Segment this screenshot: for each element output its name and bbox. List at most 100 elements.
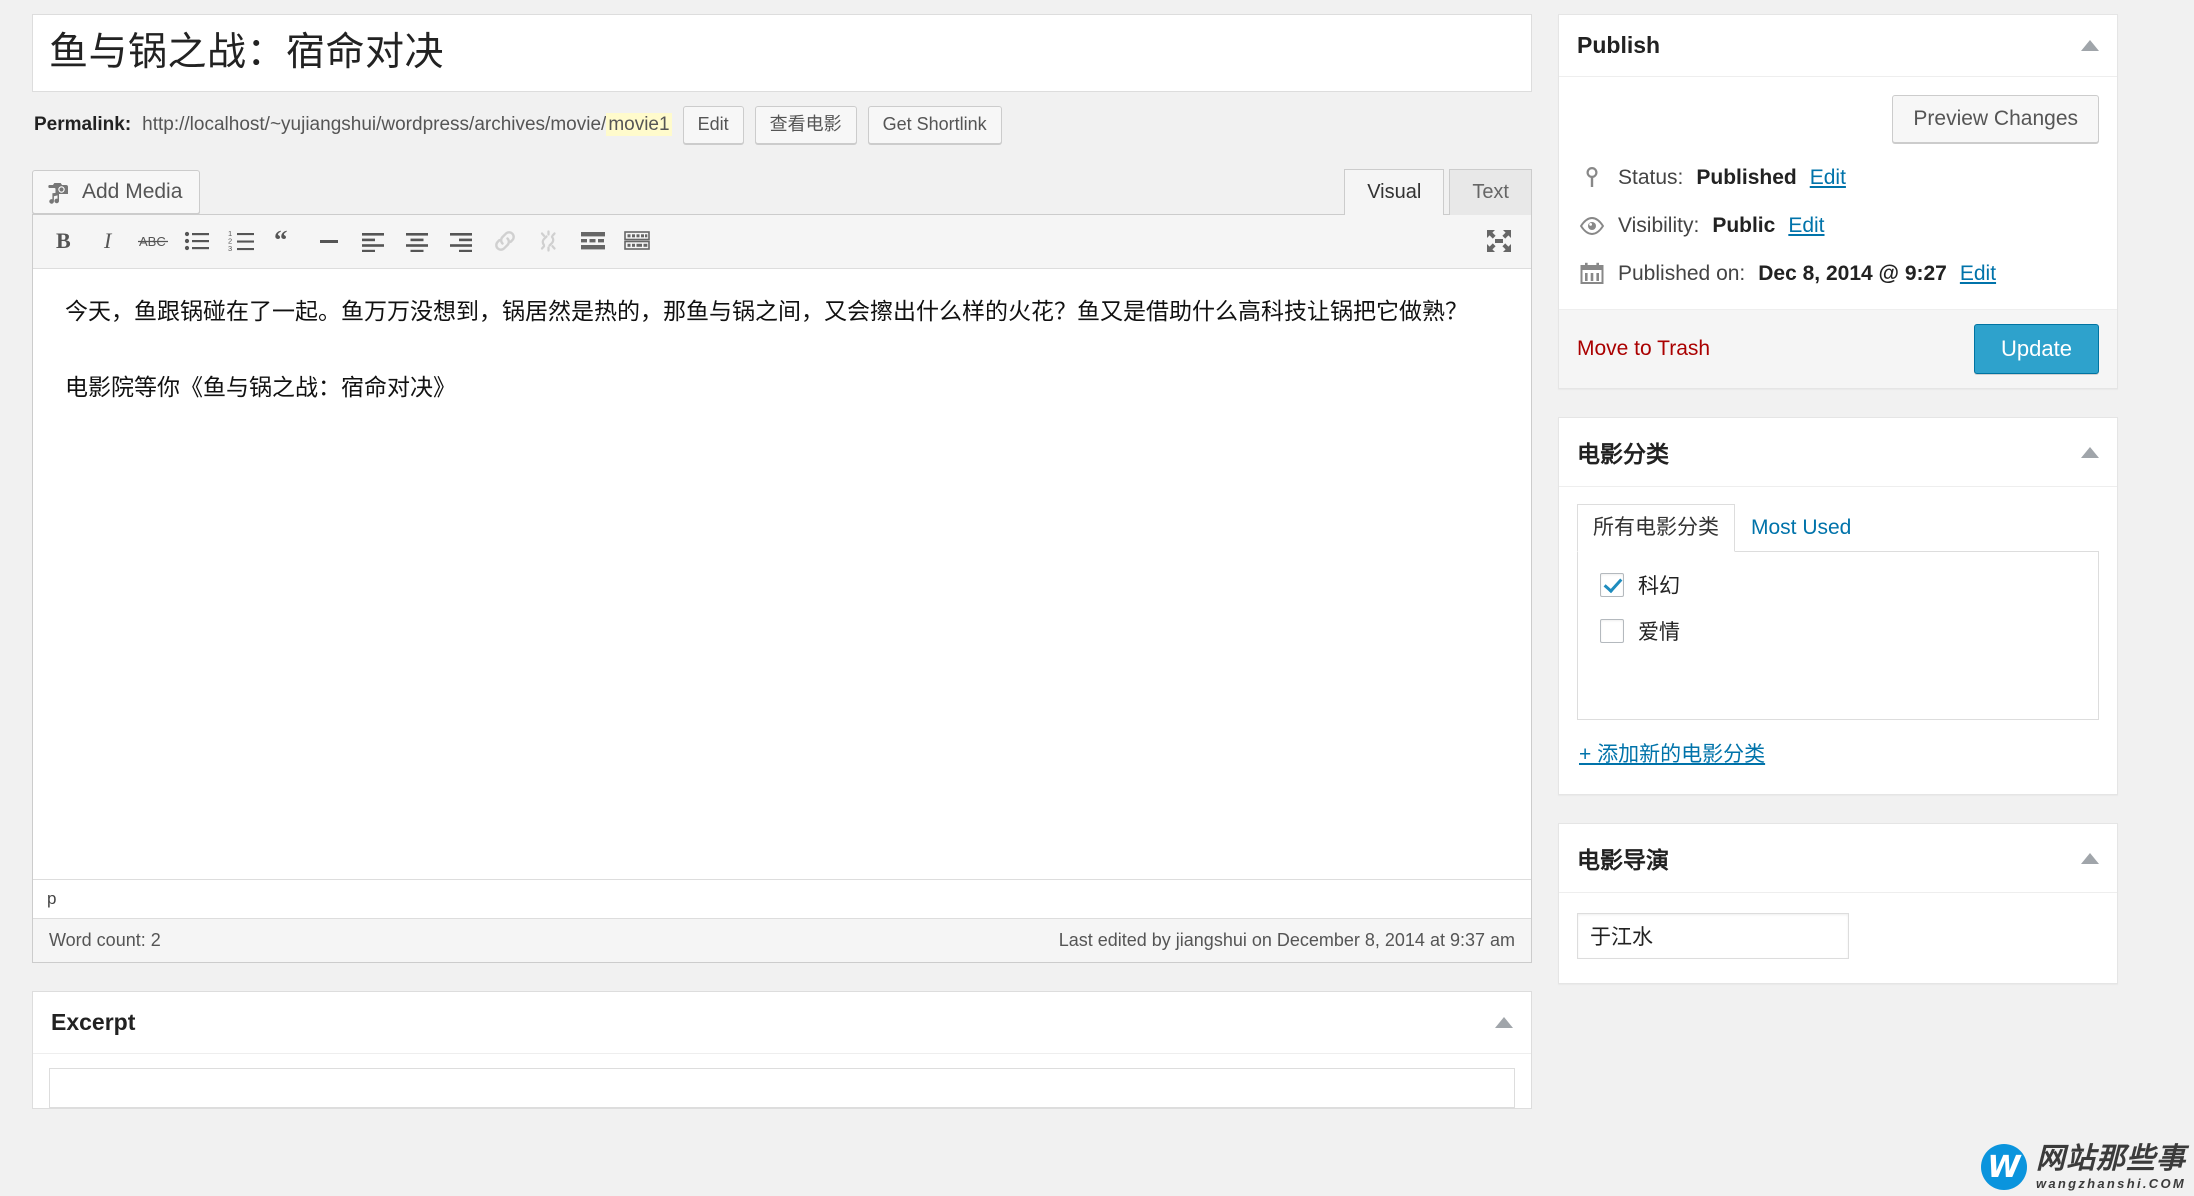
editor-sidebar-column: Publish Preview Changes Status: Publishe… (1558, 14, 2118, 1196)
horizontal-rule-icon[interactable] (307, 222, 351, 260)
italic-icon[interactable]: I (87, 222, 131, 260)
visibility-row: Visibility: Public Edit (1559, 213, 2117, 261)
move-to-trash-link[interactable]: Move to Trash (1577, 337, 1710, 361)
checkbox-unchecked-icon[interactable] (1600, 619, 1624, 644)
bullet-list-icon[interactable] (175, 222, 219, 260)
category-item[interactable]: 科幻 (1600, 570, 2076, 600)
kitchen-sink-icon[interactable] (615, 222, 659, 260)
movie-category-panel: 电影分类 所有电影分类 Most Used 科幻 爱情 + 添加新的电影分类 (1558, 417, 2118, 796)
edit-permalink-button[interactable]: Edit (682, 106, 744, 144)
permalink-url: http://localhost/~yujiangshui/wordpress/… (142, 112, 672, 136)
get-shortlink-button[interactable]: Get Shortlink (867, 106, 1002, 144)
numbered-list-icon[interactable]: 1 2 3 (219, 222, 263, 260)
add-new-category-link[interactable]: + 添加新的电影分类 (1577, 720, 2099, 772)
tab-visual[interactable]: Visual (1344, 168, 1445, 215)
post-title-text: 鱼与锅之战：宿命对决 (49, 30, 445, 74)
align-center-icon[interactable] (395, 222, 439, 260)
publish-panel-footer: Move to Trash Update (1559, 309, 2117, 388)
published-value: Dec 8, 2014 @ 9:27 (1758, 262, 1947, 285)
checkbox-checked-icon[interactable] (1600, 573, 1624, 598)
category-checklist: 科幻 爱情 (1577, 552, 2099, 721)
align-right-icon[interactable] (439, 222, 483, 260)
chevron-up-icon[interactable] (2081, 852, 2099, 864)
status-row: Status: Published Edit (1559, 165, 2117, 213)
chevron-up-icon[interactable] (2081, 446, 2099, 458)
movie-director-input[interactable] (1577, 913, 1849, 960)
movie-director-panel: 电影导演 (1558, 823, 2118, 985)
camera-music-icon (46, 180, 72, 204)
view-movie-button[interactable]: 查看电影 (754, 106, 857, 144)
published-on-row: Published on: Dec 8, 2014 @ 9:27 Edit (1559, 261, 2117, 309)
tab-all-categories[interactable]: 所有电影分类 (1577, 504, 1735, 553)
edit-visibility-link[interactable]: Edit (1788, 214, 1824, 238)
tab-most-used[interactable]: Most Used (1735, 504, 1867, 552)
published-label: Published on: (1618, 262, 1746, 285)
read-more-icon[interactable] (571, 222, 615, 260)
movie-category-body: 所有电影分类 Most Used 科幻 爱情 + 添加新的电影分类 (1559, 487, 2117, 794)
publish-panel-header[interactable]: Publish (1559, 15, 2117, 77)
add-media-label: Add Media (82, 179, 183, 203)
editor-main-column: 鱼与锅之战：宿命对决 Permalink: http://localhost/~… (32, 14, 1532, 1196)
permalink-row: Permalink: http://localhost/~yujiangshui… (32, 92, 1532, 150)
svg-text:3: 3 (228, 244, 232, 252)
element-path-bar: p (33, 878, 1531, 918)
svg-text:“: “ (274, 230, 288, 252)
category-tabs: 所有电影分类 Most Used (1577, 503, 2099, 553)
bold-icon[interactable]: B (43, 222, 87, 260)
content-paragraph-2: 电影院等你《鱼与锅之战：宿命对决》 (65, 373, 456, 400)
content-paragraph-1: 今天，鱼跟锅碰在了一起。鱼万万没想到，锅居然是热的，那鱼与锅之间，又会擦出什么样… (65, 297, 1468, 324)
publish-panel-title: Publish (1577, 32, 1661, 58)
movie-category-title: 电影分类 (1577, 441, 1669, 467)
wordpress-post-editor: 鱼与锅之战：宿命对决 Permalink: http://localhost/~… (0, 0, 2194, 1196)
svg-text:I: I (103, 229, 113, 253)
category-label: 爱情 (1638, 621, 1680, 645)
excerpt-textarea[interactable] (49, 1067, 1515, 1108)
eye-icon (1579, 213, 1605, 239)
last-edited: Last edited by jiangshui on December 8, … (1058, 929, 1515, 950)
update-button[interactable]: Update (1974, 324, 2099, 374)
excerpt-body (33, 1054, 1531, 1108)
movie-director-body (1559, 893, 2117, 983)
excerpt-panel: Excerpt (32, 990, 1532, 1109)
fullscreen-icon[interactable] (1477, 222, 1521, 260)
blockquote-icon[interactable]: “ (263, 222, 307, 260)
movie-director-panel-header[interactable]: 电影导演 (1559, 824, 2117, 894)
visibility-value: Public (1712, 214, 1776, 237)
editor-status-bar: Word count: 2 Last edited by jiangshui o… (33, 917, 1531, 962)
category-item[interactable]: 爱情 (1600, 616, 2076, 646)
insert-link-icon[interactable] (483, 222, 527, 260)
excerpt-panel-header[interactable]: Excerpt (33, 992, 1531, 1054)
calendar-icon (1579, 261, 1605, 287)
svg-text:B: B (56, 229, 71, 253)
permalink-slug[interactable]: movie1 (606, 112, 672, 136)
post-title-field[interactable]: 鱼与锅之战：宿命对决 (32, 14, 1532, 92)
edit-published-date-link[interactable]: Edit (1960, 262, 1996, 286)
editor-mode-tabs: Visual Text (1344, 168, 1532, 215)
permalink-label: Permalink: (34, 113, 132, 135)
preview-changes-button[interactable]: Preview Changes (1892, 95, 2099, 143)
visibility-label: Visibility: (1618, 214, 1700, 237)
media-and-tabs-row: Add Media Visual Text (32, 168, 1532, 215)
permalink-base: http://localhost/~yujiangshui/wordpress/… (142, 113, 607, 135)
editor-content-area[interactable]: 今天，鱼跟锅碰在了一起。鱼万万没想到，锅居然是热的，那鱼与锅之间，又会擦出什么样… (33, 269, 1531, 879)
editor-container: B I ABC 1 2 3 “ 今天，鱼跟锅碰在了一起。鱼万万没想到，锅居然是热… (32, 213, 1532, 963)
excerpt-title: Excerpt (51, 1008, 136, 1035)
editor-toolbar: B I ABC 1 2 3 “ (33, 214, 1531, 269)
pin-icon (1579, 165, 1605, 191)
publish-panel: Publish Preview Changes Status: Publishe… (1558, 14, 2118, 389)
category-label: 科幻 (1638, 575, 1680, 599)
chevron-up-icon[interactable] (2081, 40, 2099, 51)
unlink-icon[interactable] (527, 222, 571, 260)
preview-row: Preview Changes (1559, 77, 2117, 165)
status-label: Status: (1618, 166, 1684, 189)
word-count: Word count: 2 (49, 929, 161, 950)
movie-category-panel-header[interactable]: 电影分类 (1559, 418, 2117, 487)
chevron-up-icon[interactable] (1495, 1016, 1513, 1028)
strikethrough-icon[interactable]: ABC (131, 222, 175, 260)
tab-text[interactable]: Text (1449, 168, 1532, 215)
edit-status-link[interactable]: Edit (1810, 166, 1846, 190)
status-value: Published (1696, 166, 1797, 189)
align-left-icon[interactable] (351, 222, 395, 260)
movie-director-title: 电影导演 (1577, 847, 1669, 874)
add-media-button[interactable]: Add Media (32, 169, 201, 214)
